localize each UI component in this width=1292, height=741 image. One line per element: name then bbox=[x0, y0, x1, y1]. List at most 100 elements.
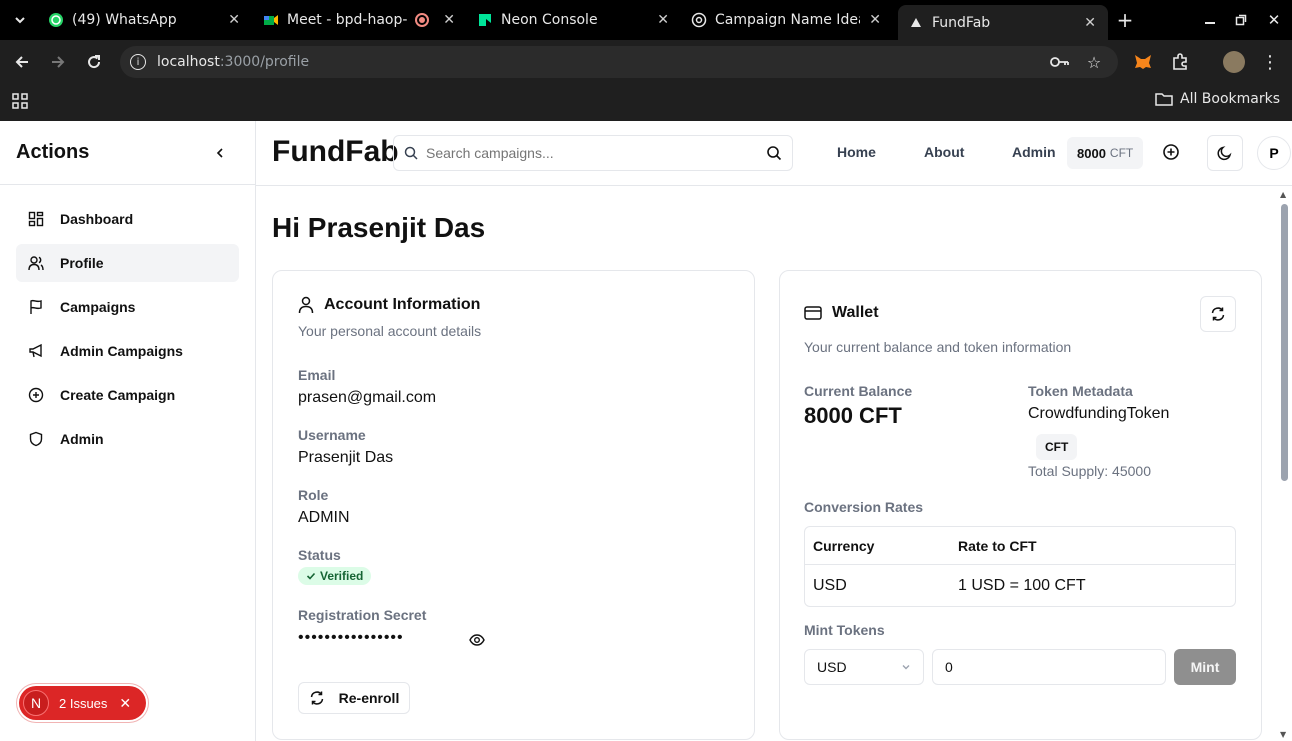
current-balance-label: Current Balance bbox=[804, 383, 913, 399]
add-funds-icon[interactable] bbox=[1162, 143, 1182, 163]
check-icon bbox=[306, 572, 316, 580]
table-cell: 1 USD = 100 CFT bbox=[958, 576, 1086, 594]
sidebar-item-admin[interactable]: Admin bbox=[16, 420, 239, 458]
close-tab-icon[interactable]: ✕ bbox=[869, 12, 881, 28]
mint-currency-select[interactable]: USD bbox=[804, 649, 924, 685]
status-text: Verified bbox=[320, 569, 364, 583]
scrollbar-thumb[interactable] bbox=[1281, 204, 1288, 481]
sidebar-item-admin-campaigns[interactable]: Admin Campaigns bbox=[16, 332, 239, 370]
browser-toolbar: i localhost:3000/profile ☆ ⋮ bbox=[0, 40, 1292, 84]
nav-about-link[interactable]: About bbox=[924, 144, 964, 160]
search-submit-icon[interactable] bbox=[766, 145, 782, 161]
browser-menu-icon[interactable]: ⋮ bbox=[1261, 52, 1279, 73]
close-tab-icon[interactable]: ✕ bbox=[228, 12, 240, 28]
wallet-card: Wallet Your current balance and token in… bbox=[779, 270, 1262, 740]
profile-avatar-icon[interactable] bbox=[1223, 51, 1245, 73]
sidebar: Actions Dashboard Profile Campaigns Admi… bbox=[0, 121, 256, 741]
secret-value: •••••••••••••••• bbox=[298, 629, 404, 646]
tab-campaign-ideas[interactable]: Campaign Name Idea ✕ bbox=[691, 5, 881, 35]
issues-count: 2 Issues bbox=[59, 695, 108, 711]
account-title-text: Account Information bbox=[324, 296, 481, 313]
show-secret-icon[interactable] bbox=[469, 632, 487, 648]
token-symbol-badge: CFT bbox=[1036, 434, 1078, 460]
balance-pill: 8000 CFT bbox=[1067, 137, 1144, 169]
sidebar-title: Actions bbox=[16, 141, 90, 163]
table-header-cell: Currency bbox=[813, 537, 875, 554]
sidebar-item-label: Create Campaign bbox=[60, 387, 176, 403]
wallet-subtitle: Your current balance and token informati… bbox=[804, 339, 1072, 355]
tab-neon[interactable]: Neon Console ✕ bbox=[477, 5, 669, 35]
dev-issues-badge[interactable]: N 2 Issues ✕ bbox=[19, 686, 146, 720]
bookmarks-bar: All Bookmarks bbox=[0, 84, 1292, 121]
refresh-wallet-button[interactable] bbox=[1200, 296, 1236, 332]
vercel-icon bbox=[908, 15, 924, 31]
browser-tab-bar: (49) WhatsApp ✕ Meet - bpd-haop-j ✕ Neon… bbox=[0, 0, 1292, 40]
close-issues-icon[interactable]: ✕ bbox=[119, 695, 131, 712]
close-tab-icon[interactable]: ✕ bbox=[1084, 15, 1096, 31]
back-icon[interactable] bbox=[12, 52, 32, 72]
refresh-icon bbox=[1211, 307, 1225, 321]
nav-admin-link[interactable]: Admin bbox=[1012, 144, 1056, 160]
all-bookmarks-label: All Bookmarks bbox=[1180, 91, 1281, 107]
close-tab-icon[interactable]: ✕ bbox=[443, 12, 455, 28]
sidebar-item-profile[interactable]: Profile bbox=[16, 244, 239, 282]
shield-icon bbox=[29, 431, 43, 447]
user-icon bbox=[298, 296, 314, 314]
site-info-icon[interactable]: i bbox=[130, 54, 146, 70]
table-header-cell: Rate to CFT bbox=[958, 537, 1037, 554]
tab-meet[interactable]: Meet - bpd-haop-j ✕ bbox=[263, 5, 455, 35]
forward-icon[interactable] bbox=[48, 52, 68, 72]
sidebar-item-create-campaign[interactable]: Create Campaign bbox=[16, 376, 239, 414]
dashboard-icon bbox=[28, 211, 44, 227]
brand-logo[interactable]: FundFab bbox=[272, 135, 399, 169]
table-row: USD 1 USD = 100 CFT bbox=[805, 564, 1235, 606]
tab-title: (49) WhatsApp bbox=[72, 12, 177, 28]
page-scrollbar[interactable]: ▲ ▼ bbox=[1278, 186, 1290, 741]
wallet-card-title: Wallet bbox=[804, 304, 879, 322]
theme-toggle-button[interactable] bbox=[1207, 135, 1243, 171]
flag-icon bbox=[30, 299, 42, 314]
whatsapp-icon bbox=[48, 12, 64, 28]
avatar[interactable]: P bbox=[1257, 136, 1291, 170]
bookmark-star-icon[interactable]: ☆ bbox=[1084, 52, 1104, 72]
close-tab-icon[interactable]: ✕ bbox=[657, 12, 669, 28]
balance-amount: 8000 bbox=[1077, 145, 1106, 161]
sidebar-item-campaigns[interactable]: Campaigns bbox=[16, 288, 239, 326]
all-bookmarks[interactable]: All Bookmarks bbox=[1155, 91, 1280, 107]
re-enroll-button[interactable]: Re-enroll bbox=[298, 682, 410, 714]
role-value: ADMIN bbox=[298, 509, 350, 526]
search-icon bbox=[404, 146, 418, 160]
sidebar-item-label: Dashboard bbox=[60, 211, 134, 227]
apps-grid-icon[interactable] bbox=[11, 92, 29, 110]
restore-icon[interactable] bbox=[1231, 10, 1251, 30]
mint-button[interactable]: Mint bbox=[1174, 649, 1236, 685]
tab-whatsapp[interactable]: (49) WhatsApp ✕ bbox=[48, 5, 240, 35]
tab-fundfab[interactable]: FundFab ✕ bbox=[898, 5, 1108, 40]
close-window-icon[interactable]: ✕ bbox=[1264, 10, 1284, 30]
extensions-icon[interactable] bbox=[1170, 52, 1190, 72]
collapse-sidebar-icon[interactable] bbox=[214, 143, 226, 167]
sidebar-item-dashboard[interactable]: Dashboard bbox=[16, 200, 239, 238]
search-input[interactable] bbox=[426, 145, 766, 161]
scroll-up-icon[interactable]: ▲ bbox=[1280, 190, 1286, 199]
metamask-icon[interactable] bbox=[1133, 52, 1153, 72]
new-tab-icon[interactable]: + bbox=[1115, 8, 1135, 32]
sidebar-item-label: Admin Campaigns bbox=[60, 343, 183, 359]
tab-search-chevron-icon[interactable] bbox=[10, 10, 30, 30]
app-header: FundFab Home About Admin 8000 CFT P bbox=[256, 121, 1292, 186]
reload-icon[interactable] bbox=[84, 52, 104, 72]
email-label: Email bbox=[298, 367, 336, 383]
minimize-icon[interactable] bbox=[1200, 10, 1220, 30]
total-supply: Total Supply: 45000 bbox=[1028, 463, 1151, 479]
password-key-icon[interactable] bbox=[1050, 53, 1070, 71]
account-subtitle: Your personal account details bbox=[298, 323, 482, 339]
mint-amount-input[interactable]: 0 bbox=[932, 649, 1166, 685]
scroll-down-icon[interactable]: ▼ bbox=[1280, 730, 1286, 739]
mint-tokens-label: Mint Tokens bbox=[804, 622, 885, 638]
nav-home-link[interactable]: Home bbox=[837, 144, 876, 160]
url-path: :3000/profile bbox=[219, 54, 310, 70]
address-bar[interactable]: i localhost:3000/profile ☆ bbox=[120, 46, 1118, 78]
recording-icon bbox=[415, 13, 429, 27]
search-bar[interactable] bbox=[393, 135, 793, 171]
sidebar-header: Actions bbox=[0, 121, 255, 185]
